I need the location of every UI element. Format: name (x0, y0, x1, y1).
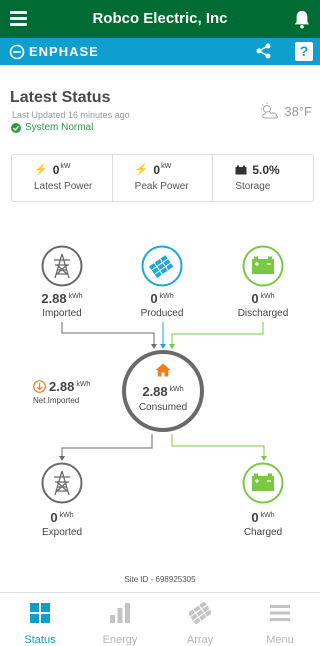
discharged-label: Discharged (237, 308, 289, 319)
imported-value: 2.88 kWh (20, 291, 104, 306)
bar-chart-icon (110, 603, 130, 623)
imported-unit: kWh (68, 292, 83, 300)
consumed-label: Consumed (138, 402, 188, 413)
home-icon (155, 363, 171, 377)
nav-item-status[interactable]: Status (0, 593, 80, 646)
imported-number: 2.88 (41, 291, 67, 306)
net-imported-value: 2.88 kWh (49, 379, 90, 394)
consumed-unit: kWh (169, 385, 184, 393)
produced-label: Produced (140, 308, 184, 319)
produced-value: 0 kWh (120, 291, 204, 306)
grid-tower-icon (41, 245, 83, 287)
nav-label-status: Status (24, 634, 56, 646)
battery-charge-icon (242, 462, 284, 504)
arrow-down-circle-icon (33, 380, 46, 393)
solar-panel-icon (141, 245, 183, 287)
imported-label: Imported (42, 308, 82, 319)
charged-value: 0 kWh (221, 510, 305, 525)
produced-number: 0 (150, 291, 158, 306)
nav-item-array[interactable]: Array (160, 593, 240, 646)
charged-number: 0 (251, 510, 259, 525)
nav-label-energy: Energy (102, 634, 138, 646)
discharged-value: 0 kWh (221, 291, 305, 306)
status-grid-icon (30, 603, 50, 623)
bottom-nav: Status Energy Array Menu (0, 592, 320, 646)
consumed-value: 2.88 kWh (122, 384, 204, 399)
exported-label: Exported (41, 527, 83, 538)
nav-item-menu[interactable]: Menu (240, 593, 320, 646)
energy-flow-lines (59, 322, 267, 461)
consumed-number: 2.88 (142, 384, 168, 399)
charged-unit: kWh (260, 511, 275, 519)
grid-tower-icon (41, 462, 83, 504)
exported-value: 0 kWh (20, 510, 104, 525)
array-panels-icon (187, 601, 213, 625)
site-id: Site ID - 698925305 (124, 575, 196, 584)
menu-lines-icon (270, 605, 290, 621)
net-imported-label: Net Imported (33, 396, 80, 405)
exported-unit: kWh (59, 511, 74, 519)
nav-label-menu: Menu (266, 634, 294, 646)
nav-item-energy[interactable]: Energy (80, 593, 160, 646)
net-imported-number: 2.88 (49, 379, 75, 394)
charged-label: Charged (243, 527, 283, 538)
exported-number: 0 (50, 510, 58, 525)
nav-label-array: Array (186, 634, 214, 646)
discharged-number: 0 (251, 291, 259, 306)
discharged-unit: kWh (260, 292, 275, 300)
battery-discharge-icon (242, 245, 284, 287)
produced-unit: kWh (159, 292, 174, 300)
net-imported-unit: kWh (76, 380, 91, 388)
